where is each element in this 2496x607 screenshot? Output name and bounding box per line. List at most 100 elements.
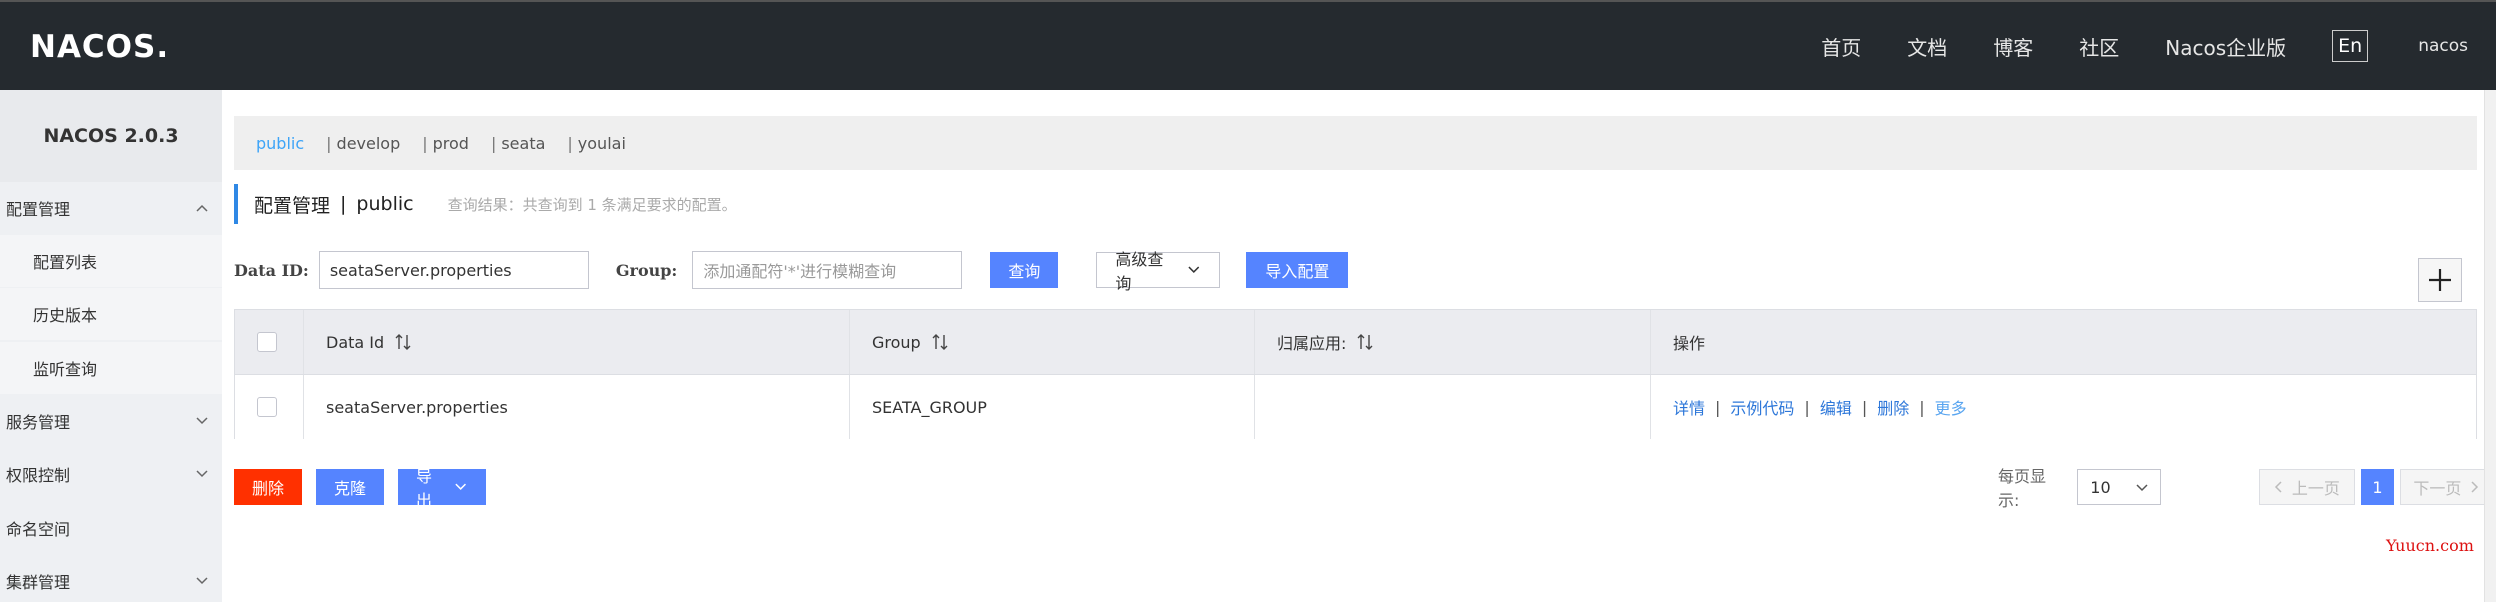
page-title-row: 配置管理 | public 查询结果：共查询到 1 条满足要求的配置。 — [234, 184, 737, 224]
advanced-query-button[interactable]: 高级查询 — [1096, 250, 1221, 293]
header-app[interactable]: 归属应用: — [1255, 310, 1651, 374]
header-dataid-label: Data Id — [326, 332, 385, 352]
next-page-button[interactable]: 下一页 — [2400, 469, 2496, 505]
vertical-scrollbar[interactable] — [2484, 90, 2496, 602]
sort-icon — [395, 334, 411, 350]
op-detail-link[interactable]: 详情 — [1673, 395, 1705, 419]
sidebar-item-label: 配置列表 — [33, 253, 98, 272]
query-result-text: 查询结果：共查询到 1 条满足要求的配置。 — [447, 195, 737, 214]
chevron-down-icon — [2136, 484, 2148, 492]
row-select-cell — [235, 375, 304, 439]
op-sample-code-link[interactable]: 示例代码 — [1730, 395, 1794, 419]
op-separator: | — [1919, 397, 1925, 417]
row-dataid: seataServer.properties — [304, 375, 850, 439]
dataid-value: seataServer.properties — [329, 260, 512, 280]
page-number-current[interactable]: 1 — [2360, 469, 2395, 505]
header-ops-label: 操作 — [1673, 334, 1706, 353]
sidebar-item-cluster-management[interactable]: 集群管理 — [0, 555, 222, 607]
query-button[interactable]: 查询 — [990, 252, 1059, 288]
select-all-checkbox[interactable] — [257, 332, 277, 352]
nav-home[interactable]: 首页 — [1821, 32, 1861, 61]
sidebar-item-service-management[interactable]: 服务管理 — [0, 395, 222, 447]
sidebar-item-label: 历史版本 — [33, 306, 98, 325]
sidebar-item-access-control[interactable]: 权限控制 — [0, 448, 222, 500]
config-table: Data Id Group 归属应用: 操作 seataServer.prope… — [234, 309, 2477, 439]
prev-page-label: 上一页 — [2291, 479, 2340, 498]
language-switch[interactable]: En — [2332, 30, 2369, 62]
sidebar-item-config-list[interactable]: 配置列表 — [0, 235, 222, 287]
dataid-input[interactable]: seataServer.properties — [318, 251, 589, 289]
chevron-down-icon — [196, 417, 208, 425]
chevron-right-icon — [2471, 481, 2479, 493]
sidebar-item-label: 监听查询 — [33, 360, 98, 379]
page-title: 配置管理 — [254, 194, 331, 217]
header-dataid[interactable]: Data Id — [304, 310, 850, 374]
top-header: NACOS. 首页 文档 博客 社区 Nacos企业版 En nacos — [0, 0, 2496, 90]
next-page-label: 下一页 — [2413, 479, 2462, 498]
tab-separator: | — [490, 133, 497, 153]
nav-docs[interactable]: 文档 — [1907, 32, 1947, 61]
delete-button[interactable]: 删除 — [234, 469, 302, 505]
chevron-down-icon — [1188, 266, 1199, 273]
sidebar-item-label: 集群管理 — [6, 573, 71, 592]
op-delete-link[interactable]: 删除 — [1877, 395, 1909, 419]
version-label: NACOS 2.0.3 — [0, 90, 222, 182]
op-edit-link[interactable]: 编辑 — [1820, 395, 1852, 419]
chevron-up-icon — [196, 204, 208, 212]
title-namespace: public — [356, 193, 414, 215]
row-group: SEATA_GROUP — [850, 375, 1255, 439]
sidebar: NACOS 2.0.3 配置管理 配置列表 历史版本 监听查询 服务管理 权限控… — [0, 90, 222, 602]
row-ops: 详情 | 示例代码 | 编辑 | 删除 | 更多 — [1651, 375, 2476, 439]
tab-develop[interactable]: develop — [337, 134, 401, 153]
nav-blog[interactable]: 博客 — [1993, 32, 2033, 61]
dataid-label: Data ID: — [234, 260, 309, 280]
tab-seata[interactable]: seata — [501, 134, 545, 153]
nacos-logo[interactable]: NACOS. — [30, 24, 169, 70]
sidebar-item-namespace[interactable]: 命名空间 — [0, 502, 222, 554]
username[interactable]: nacos — [2418, 36, 2468, 56]
op-separator: | — [1861, 397, 1868, 417]
sidebar-item-listener-query[interactable]: 监听查询 — [0, 342, 222, 394]
group-input[interactable]: 添加通配符'*'进行模糊查询 — [692, 251, 963, 289]
page-size-select[interactable]: 10 — [2077, 469, 2161, 505]
plus-icon — [2429, 269, 2451, 291]
logo-text: NACOS. — [30, 29, 170, 65]
row-app — [1255, 375, 1651, 439]
export-button[interactable]: 导出 — [398, 467, 486, 510]
advanced-query-label: 高级查询 — [1115, 250, 1164, 293]
header-group[interactable]: Group — [850, 310, 1255, 374]
header-select-cell — [235, 310, 304, 374]
prev-page-button[interactable]: 上一页 — [2258, 469, 2355, 505]
op-separator: | — [1804, 397, 1810, 417]
nav-community[interactable]: 社区 — [2079, 32, 2119, 61]
sort-icon — [1357, 334, 1373, 350]
nav-enterprise[interactable]: Nacos企业版 — [2165, 32, 2286, 61]
chevron-down-icon — [455, 483, 466, 490]
header-app-label: 归属应用: — [1277, 334, 1347, 353]
header-ops: 操作 — [1651, 310, 2476, 374]
sidebar-item-label: 配置管理 — [6, 200, 71, 219]
watermark: Yuucn.com — [2386, 536, 2474, 555]
sidebar-item-label: 权限控制 — [6, 466, 71, 485]
group-label: Group: — [615, 260, 678, 280]
add-config-button[interactable] — [2418, 258, 2462, 302]
tab-prod[interactable]: prod — [433, 134, 469, 153]
chevron-down-icon — [196, 470, 208, 478]
sidebar-item-label: 服务管理 — [6, 413, 71, 432]
sidebar-item-history[interactable]: 历史版本 — [0, 288, 222, 340]
clone-button[interactable]: 克隆 — [316, 469, 384, 505]
tab-youlai[interactable]: youlai — [578, 134, 626, 153]
top-nav: 首页 文档 博客 社区 Nacos企业版 En nacos — [1821, 2, 2496, 90]
sidebar-item-config-management[interactable]: 配置管理 — [0, 182, 222, 234]
group-placeholder: 添加通配符'*'进行模糊查询 — [703, 262, 897, 281]
chevron-left-icon — [2274, 481, 2282, 493]
namespace-tabs: public | develop | prod | seata | youlai — [234, 116, 2477, 170]
page-size-value: 10 — [2090, 477, 2111, 497]
op-separator: | — [1715, 397, 1721, 417]
op-more-link[interactable]: 更多 — [1935, 395, 1967, 419]
row-checkbox[interactable] — [257, 397, 277, 417]
tab-public[interactable]: public — [256, 134, 304, 153]
import-config-button[interactable]: 导入配置 — [1246, 252, 1349, 288]
header-group-label: Group — [872, 332, 921, 352]
tab-separator: | — [567, 133, 573, 153]
